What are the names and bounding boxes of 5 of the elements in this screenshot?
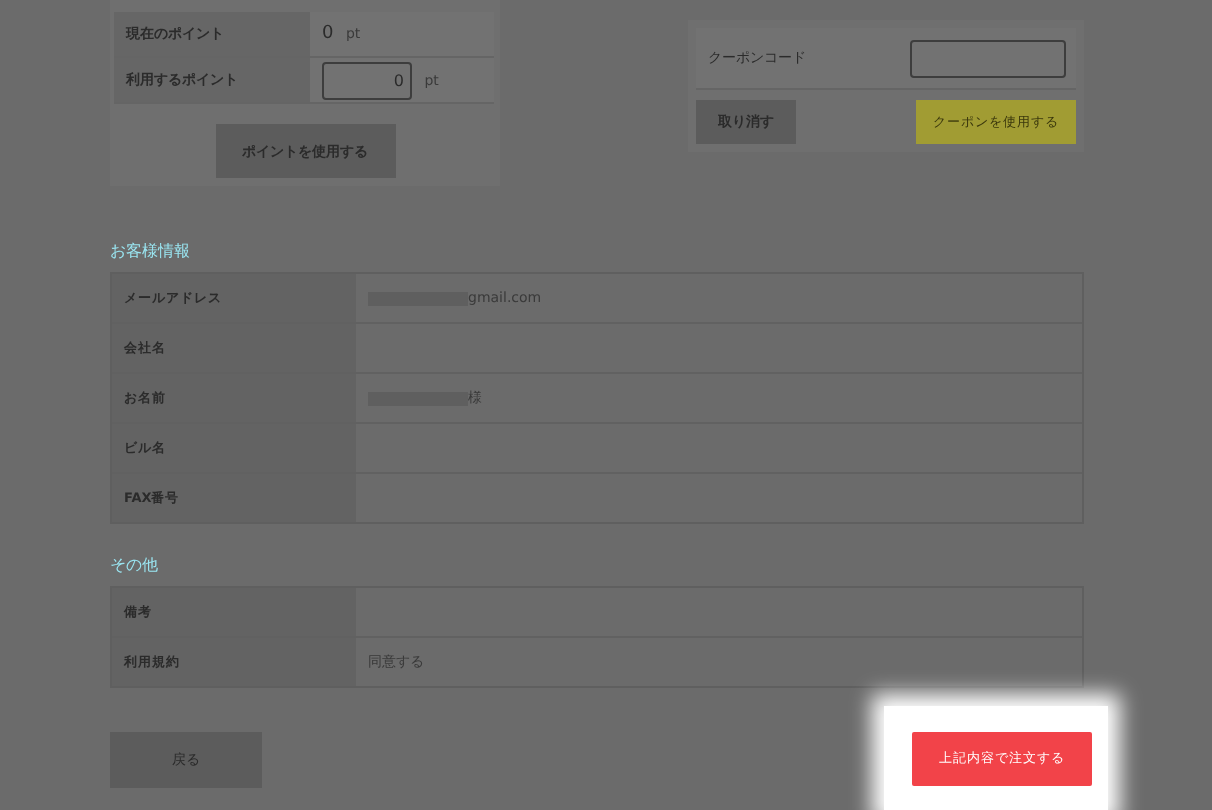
section-title: お客様情報 [110, 240, 192, 262]
points-value: 0 [322, 24, 334, 44]
points-input-field[interactable]: 0 [322, 61, 412, 99]
coupon-code-field[interactable] [909, 39, 1065, 77]
section-title: その他 [110, 554, 160, 576]
